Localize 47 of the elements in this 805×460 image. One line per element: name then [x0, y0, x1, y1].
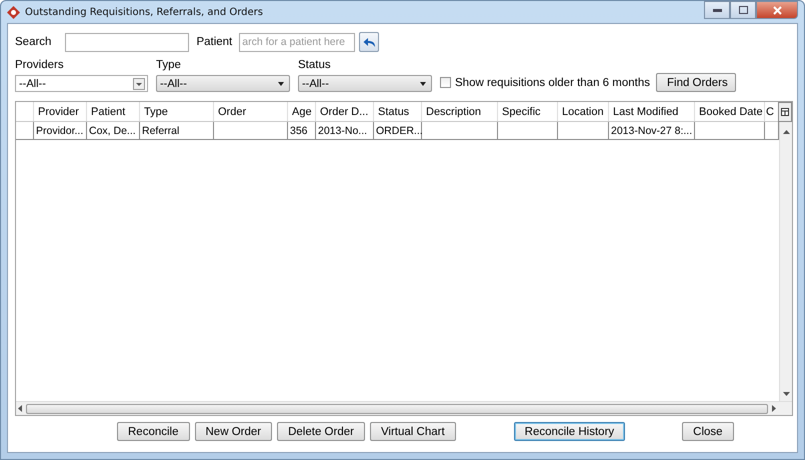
- dialog-button[interactable]: Close: [682, 422, 734, 441]
- table-cell: Referral: [140, 122, 214, 139]
- vertical-scrollbar[interactable]: [779, 122, 792, 401]
- column-chooser-button[interactable]: [778, 102, 792, 122]
- dialog-button[interactable]: Reconcile: [117, 422, 190, 441]
- dialog-button[interactable]: Delete Order: [277, 422, 365, 441]
- maximize-icon: [738, 6, 748, 14]
- undo-icon: [362, 36, 376, 48]
- caret-icon: [278, 82, 284, 86]
- filter-label: Providers: [15, 59, 65, 71]
- table-cell: 2013-No...: [316, 122, 374, 139]
- filter-label: Status: [298, 59, 332, 71]
- dialog-button[interactable]: New Order: [194, 422, 272, 441]
- table-cell: 2013-Nov-27 8:...: [609, 122, 695, 139]
- scroll-right-icon[interactable]: [770, 405, 778, 412]
- dialog-button[interactable]: Reconcile History: [514, 422, 626, 441]
- search-field[interactable]: [65, 32, 190, 52]
- filter-dropdown[interactable]: --All--: [298, 75, 432, 92]
- table-cell: Providor...: [34, 122, 87, 139]
- patient-field[interactable]: arch for a patient here: [239, 32, 356, 52]
- minimize-icon: [712, 8, 722, 12]
- dropdown-icon: [133, 78, 145, 90]
- scroll-down-icon[interactable]: [782, 390, 790, 398]
- minimize-button[interactable]: [704, 1, 730, 19]
- filter-dropdown[interactable]: --All--: [156, 75, 290, 92]
- close-button[interactable]: [756, 1, 798, 19]
- app-icon: [7, 6, 20, 18]
- dialog-button[interactable]: Virtual Chart: [370, 422, 456, 441]
- table-cell: Cox, De...: [87, 122, 140, 139]
- maximize-button[interactable]: [730, 1, 756, 19]
- providers-combo[interactable]: --All--: [15, 75, 148, 92]
- horizontal-scrollbar[interactable]: [16, 401, 792, 415]
- find-orders-button[interactable]: Find Orders: [656, 73, 736, 92]
- scroll-left-icon[interactable]: [16, 405, 24, 412]
- filter-label: Type: [156, 59, 182, 71]
- close-icon: [772, 6, 782, 14]
- older-checkbox-label: Show requisitions older than 6 months: [455, 76, 650, 88]
- undo-button[interactable]: [359, 32, 380, 52]
- table-cell: ORDER...: [374, 122, 422, 139]
- column-chooser-icon: [781, 108, 789, 116]
- patient-label: Patient: [196, 36, 232, 48]
- older-checkbox[interactable]: [440, 77, 451, 88]
- caret-icon: [420, 82, 426, 86]
- search-label: Search: [15, 36, 52, 48]
- window-title: Outstanding Requisitions, Referrals, and Orders: [25, 6, 264, 18]
- table-cell: 356: [288, 122, 316, 139]
- scroll-up-icon[interactable]: [782, 128, 790, 136]
